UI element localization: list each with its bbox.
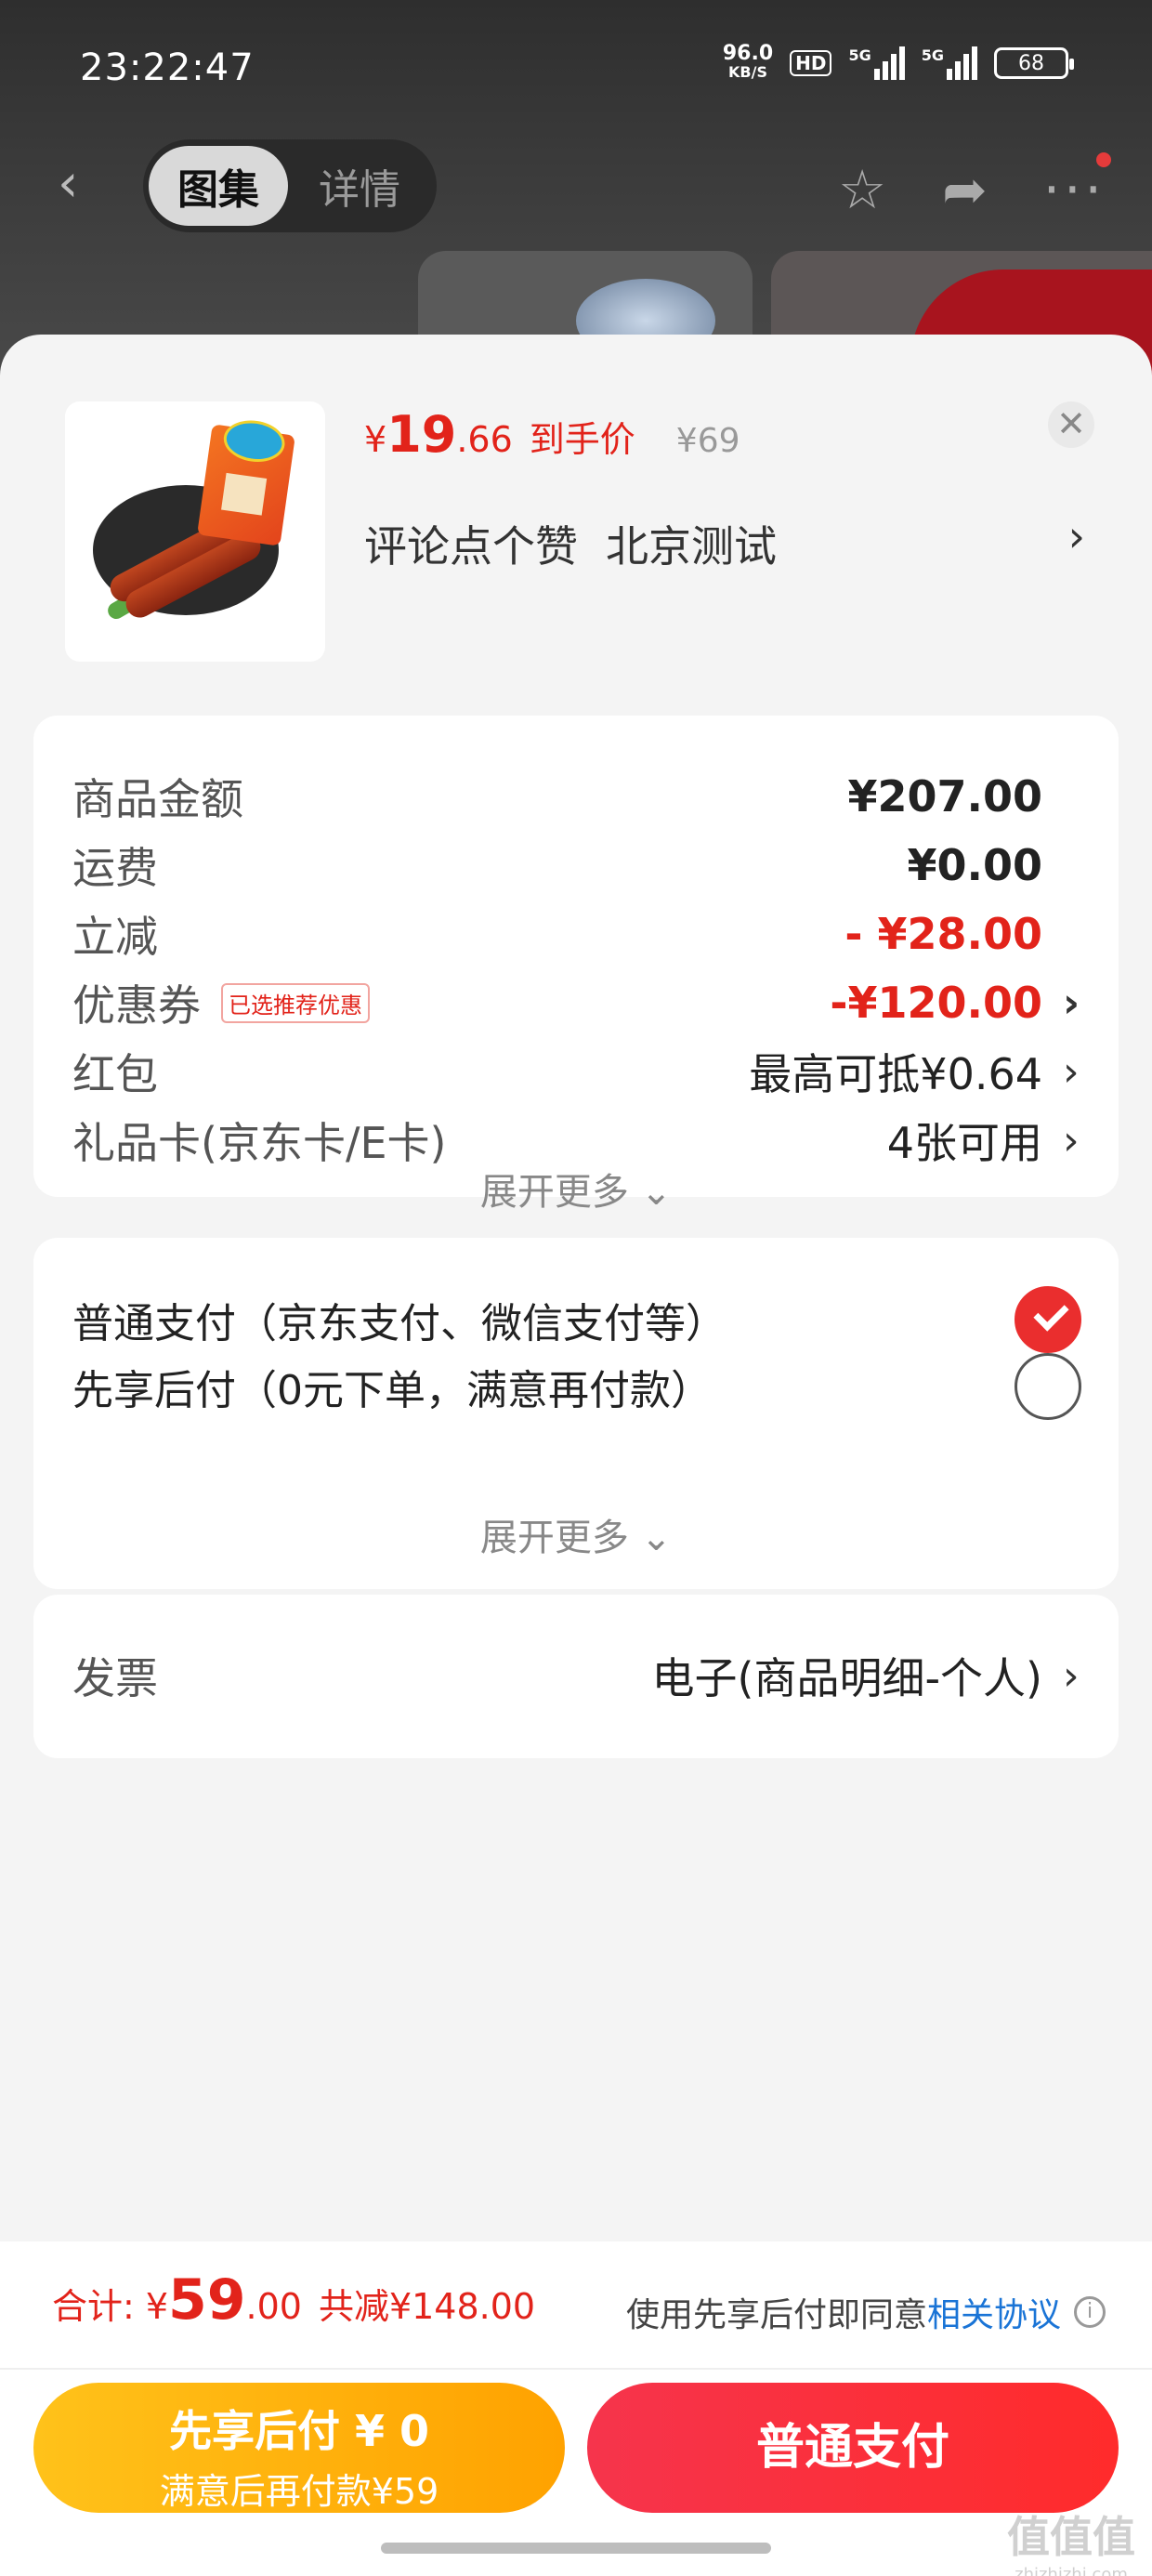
chevron-right-icon: › — [1063, 1047, 1080, 1096]
hd-icon: HD — [790, 50, 832, 76]
goods-amount-row: 商品金额 ¥207.00 — [72, 764, 1081, 829]
price-summary-card: 商品金额 ¥207.00 运费 ¥0.00 立减 - ¥28.00 优惠券 已选推… — [33, 716, 1119, 1214]
site-watermark: 值值值 zhizhizhi.com — [1007, 2512, 1135, 2576]
chevron-down-icon: ⌄ — [640, 1517, 673, 1559]
invoice-label: 发票 — [72, 1653, 158, 1703]
final-price: ¥19.66 — [364, 405, 513, 464]
total-value: 59 — [168, 2267, 246, 2333]
product-thumbnail — [65, 401, 325, 662]
total-saved: 共减¥148.00 — [318, 2286, 536, 2327]
invoice-card[interactable]: 发票 电子(商品明细-个人) › — [33, 1595, 1119, 1758]
red-packet-label: 红包 — [72, 1049, 158, 1099]
instant-discount-row: 立减 - ¥28.00 — [72, 901, 1081, 966]
divider — [0, 2368, 1152, 2370]
pay-later-button-subtitle: 满意后再付款¥59 — [159, 2471, 439, 2512]
back-icon[interactable]: ‹ — [58, 158, 95, 214]
final-price-label: 到手价 — [529, 419, 635, 460]
product-spec[interactable]: 评论点个赞 北京测试 — [364, 513, 777, 574]
payment-option-normal[interactable]: 普通支付（京东支付、微信支付等） — [72, 1282, 1081, 1357]
tab-gallery[interactable]: 图集 — [149, 146, 288, 226]
notification-dot — [1096, 152, 1111, 167]
signal-icon: 5G — [848, 46, 905, 80]
top-nav: ‹ 图集 详情 ☆ ➦ ··· — [0, 139, 1152, 232]
share-icon[interactable]: ➦ — [942, 158, 988, 221]
coupon-label: 优惠券 已选推荐优惠 — [72, 972, 370, 1033]
spec-tag-1: 评论点个赞 — [364, 521, 578, 572]
view-switch: 图集 详情 — [143, 139, 437, 232]
network-speed: 96.0 KB/S — [722, 42, 774, 82]
instant-discount-value: - ¥28.00 — [844, 909, 1042, 959]
status-time: 23:22:47 — [80, 46, 255, 89]
coupon-badge: 已选推荐优惠 — [221, 982, 370, 1023]
chevron-right-icon: › — [1063, 1651, 1080, 1700]
chevron-right-icon[interactable]: › — [1068, 511, 1085, 561]
favorite-icon[interactable]: ☆ — [838, 158, 886, 221]
red-packet-value: 最高可抵¥0.64 › — [749, 1041, 1081, 1102]
pay-later-button[interactable]: 先享后付 ¥ 0 满意后再付款¥59 — [33, 2383, 565, 2513]
network-speed-unit: KB/S — [728, 63, 767, 81]
bottom-action-bar: 合计: ¥ 59 .00 共减¥148.00 使用先享后付即同意 相关协议 i 先… — [0, 2241, 1152, 2576]
coupon-row[interactable]: 优惠券 已选推荐优惠 -¥120.00 › — [72, 970, 1081, 1035]
shipping-value: ¥0.00 — [907, 840, 1042, 890]
chevron-down-icon: ⌄ — [640, 1171, 673, 1214]
battery-icon: 68 — [994, 47, 1074, 79]
agreement-link[interactable]: 相关协议 — [927, 2288, 1061, 2336]
pay-later-button-title: 先享后付 ¥ 0 — [168, 2406, 430, 2456]
close-icon[interactable]: ✕ — [1048, 401, 1094, 448]
spec-tag-2: 北京测试 — [606, 521, 777, 572]
invoice-row[interactable]: 发票 电子(商品明细-个人) › — [72, 1643, 1081, 1708]
original-price: ¥69 — [675, 422, 740, 460]
product-price-row: ¥19.66 到手价 ¥69 — [364, 405, 740, 464]
shipping-label: 运费 — [72, 843, 158, 893]
payment-option-normal-label: 普通支付（京东支付、微信支付等） — [72, 1300, 727, 1347]
radio-unchecked-icon[interactable] — [1015, 1353, 1081, 1420]
expand-more-summary[interactable]: 展开更多 ⌄ — [33, 1162, 1119, 1216]
chevron-right-icon: › — [1063, 979, 1080, 1027]
chevron-right-icon: › — [1063, 1116, 1080, 1164]
home-indicator[interactable] — [381, 2543, 771, 2554]
total-amount: 合计: ¥ 59 .00 共减¥148.00 — [52, 2267, 536, 2333]
payment-option-later[interactable]: 先享后付（0元下单，满意再付款） — [72, 1349, 1081, 1424]
goods-amount-label: 商品金额 — [72, 774, 243, 824]
invoice-value: 电子(商品明细-个人) › — [652, 1645, 1082, 1706]
normal-pay-button[interactable]: 普通支付 — [587, 2383, 1119, 2513]
payment-method-card: 普通支付（京东支付、微信支付等） 先享后付（0元下单，满意再付款） 展开更多 ⌄ — [33, 1238, 1119, 1589]
signal-label: 5G — [848, 46, 871, 64]
agreement-text: 使用先享后付即同意 相关协议 i — [626, 2288, 1106, 2336]
tab-detail[interactable]: 详情 — [288, 156, 431, 216]
checkout-sheet: ¥19.66 到手价 ¥69 评论点个赞 北京测试 › ✕ 商品金额 ¥207.0… — [0, 335, 1152, 2241]
more-icon[interactable]: ··· — [1043, 152, 1111, 221]
expand-more-payment[interactable]: 展开更多 ⌄ — [33, 1507, 1119, 1561]
signal-label-2: 5G — [921, 46, 944, 64]
total-label: 合计: — [52, 2286, 135, 2327]
radio-checked-icon[interactable] — [1015, 1286, 1081, 1353]
payment-option-later-label: 先享后付（0元下单，满意再付款） — [72, 1367, 712, 1414]
signal-icon-2: 5G — [922, 46, 977, 80]
coupon-value: -¥120.00 › — [830, 978, 1080, 1028]
goods-amount-value: ¥207.00 — [847, 771, 1042, 821]
info-icon[interactable]: i — [1074, 2296, 1106, 2328]
shipping-row: 运费 ¥0.00 — [72, 833, 1081, 898]
red-packet-row[interactable]: 红包 最高可抵¥0.64 › — [72, 1039, 1081, 1104]
instant-discount-label: 立减 — [72, 912, 158, 962]
status-bar: 23:22:47 96.0 KB/S HD 5G 5G 68 — [0, 37, 1152, 102]
network-speed-value: 96.0 — [722, 42, 774, 65]
